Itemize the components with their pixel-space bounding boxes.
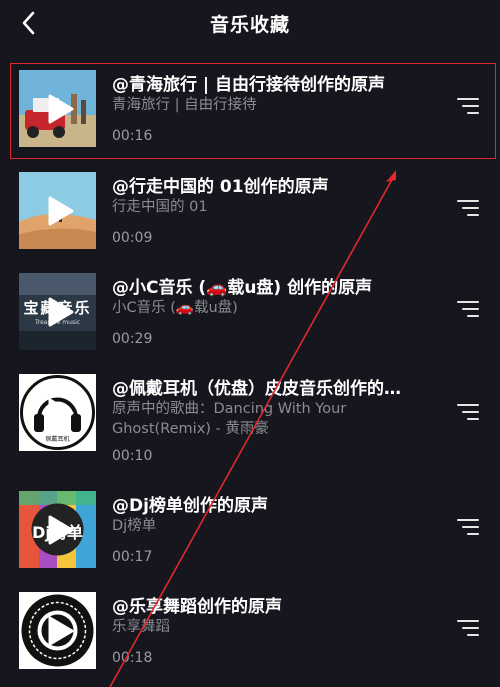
- header: 音乐收藏: [0, 0, 500, 46]
- list-menu-icon[interactable]: [455, 519, 479, 539]
- play-icon[interactable]: [46, 616, 74, 646]
- track-subtitle-line-2: Ghost(Remix) - 黄雨豪: [112, 421, 269, 437]
- list-menu-icon[interactable]: [455, 200, 479, 220]
- highlight-box: [10, 63, 496, 159]
- track-title: @行走中国的 01创作的原声: [112, 177, 329, 197]
- list-menu-icon[interactable]: [455, 620, 479, 640]
- play-icon[interactable]: [46, 398, 74, 428]
- play-icon[interactable]: [46, 196, 74, 226]
- track-subtitle: 行走中国的 01: [112, 199, 208, 215]
- list-menu-icon[interactable]: [455, 404, 479, 424]
- track-duration: 00:17: [112, 549, 153, 565]
- track-subtitle: 小C音乐 (🚗载u盘): [112, 300, 238, 316]
- track-subtitle: Dj榜单: [112, 518, 157, 534]
- list-menu-icon[interactable]: [455, 301, 479, 321]
- cover-image[interactable]: [19, 592, 96, 669]
- play-icon[interactable]: [46, 515, 74, 545]
- cover-text: 佩戴耳机: [45, 436, 70, 443]
- page-title: 音乐收藏: [209, 14, 290, 36]
- track-title: @乐享舞蹈创作的原声: [112, 597, 282, 617]
- track-subtitle: 乐享舞蹈: [112, 619, 170, 635]
- cover-image[interactable]: 佩戴耳机: [19, 374, 96, 451]
- track-duration: 00:29: [112, 331, 153, 347]
- track-duration: 00:10: [112, 448, 153, 464]
- cover-image[interactable]: Dj榜单: [19, 491, 96, 568]
- track-title: @小C音乐 (🚗载u盘) 创作的原声: [112, 278, 373, 298]
- cover-image[interactable]: 宝藏音乐 Treasure music: [19, 273, 96, 350]
- track-duration: 00:09: [112, 230, 153, 246]
- play-icon[interactable]: [46, 297, 74, 327]
- track-title: @佩戴耳机（优盘）皮皮音乐创作的…: [112, 379, 401, 399]
- track-subtitle-line-1: 原声中的歌曲：Dancing With Your: [112, 401, 347, 417]
- track-title: @Dj榜单创作的原声: [112, 496, 268, 516]
- track-duration: 00:18: [112, 650, 153, 666]
- cover-image[interactable]: [19, 172, 96, 249]
